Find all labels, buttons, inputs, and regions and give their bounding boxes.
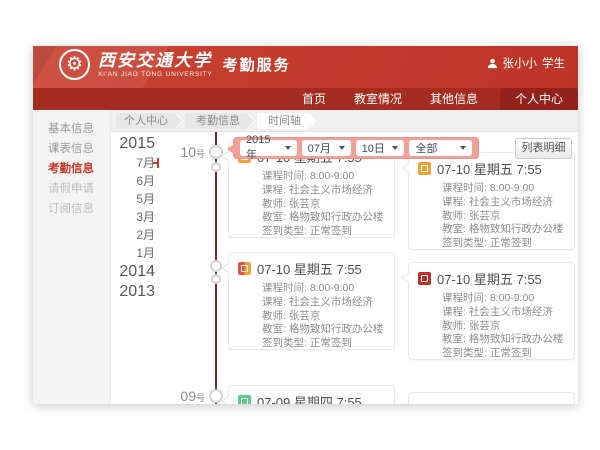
timeline-year-2015[interactable]: 2015 xyxy=(111,134,155,154)
card-field-course: 课程: 社会主义市场经济 xyxy=(409,196,574,210)
timeline-month-5[interactable]: 5月 xyxy=(111,190,155,208)
main-nav: 首页 教室情况 其他信息 个人中心 xyxy=(33,88,578,110)
timeline-month-1[interactable]: 1月 xyxy=(111,244,155,262)
card-field-sign-type: 签到类型: 正常签到 xyxy=(409,347,574,361)
card-field-course: 课程: 社会主义市场经济 xyxy=(229,184,394,198)
nav-item-classrooms[interactable]: 教室情况 xyxy=(340,88,416,110)
card-field-time: 课程时间: 8:00-9:00 xyxy=(409,292,574,306)
app-window: ⚙ 西安交通大学 XI'AN JIAO TONG UNIVERSITY 考勤服务… xyxy=(33,46,578,404)
service-title: 考勤服务 xyxy=(223,54,291,75)
timeline-month-7[interactable]: 7月 xyxy=(111,154,155,172)
card-date: 07-10 星期五 7:55 xyxy=(437,269,542,288)
card-field-room: 教室: 格物致知行政办公楼 xyxy=(409,333,574,347)
card-field-time: 课程时间: 8:00-9:00 xyxy=(229,282,394,296)
attendance-card: 07-10 星期五 7:55 课程时间: 8:00-9:00 课程: 社会主义市… xyxy=(228,252,395,350)
university-name-cn: 西安交通大学 xyxy=(98,52,213,70)
timeline-month-2[interactable]: 2月 xyxy=(111,226,155,244)
card-field-room: 教室: 格物致知行政办公楼 xyxy=(229,323,394,337)
card-field-teacher: 教师: 张芸京 xyxy=(409,320,574,334)
card-field-teacher: 教师: 张芸京 xyxy=(229,198,394,212)
card-field-sign-type: 签到类型: 正常签到 xyxy=(229,337,394,351)
card-field-time: 课程时间: 8:00-9:00 xyxy=(409,182,574,196)
university-name: 西安交通大学 XI'AN JIAO TONG UNIVERSITY xyxy=(98,52,213,78)
app-header: ⚙ 西安交通大学 XI'AN JIAO TONG UNIVERSITY 考勤服务… xyxy=(33,46,578,88)
chevron-down-icon xyxy=(392,146,398,150)
sign-in-badge-icon xyxy=(238,395,251,404)
user-chip[interactable]: 张小小 学生 xyxy=(487,55,566,71)
nav-item-personal-center[interactable]: 个人中心 xyxy=(500,88,578,110)
user-name: 张小小 xyxy=(503,55,538,71)
card-field-teacher: 教师: 张芸京 xyxy=(409,210,574,224)
sign-in-badge-icon xyxy=(418,162,431,175)
filter-month-select[interactable]: 07月 xyxy=(302,140,351,156)
timeline-node xyxy=(211,274,221,284)
sidebar-item-schedule[interactable]: 课表信息 xyxy=(33,139,110,159)
timeline-month-6[interactable]: 6月 xyxy=(111,172,155,190)
university-name-en: XI'AN JIAO TONG UNIVERSITY xyxy=(98,71,213,78)
breadcrumb: 个人中心 考勤信息 时间轴 xyxy=(111,110,578,132)
card-date: 07-10 星期五 7:55 xyxy=(437,159,542,178)
card-field-room: 教室: 格物致知行政办公楼 xyxy=(409,223,574,237)
attendance-card: 07-09 星期四 7:55 xyxy=(228,385,395,404)
filter-day-select[interactable]: 10日 xyxy=(356,140,405,156)
sidebar-item-leave-request[interactable]: 请假申请 xyxy=(33,179,110,199)
chevron-down-icon xyxy=(285,146,291,150)
user-role: 学生 xyxy=(542,55,565,71)
chevron-down-icon xyxy=(339,146,345,150)
card-date: 07-10 星期五 7:55 xyxy=(257,259,362,278)
university-logo: ⚙ 西安交通大学 XI'AN JIAO TONG UNIVERSITY 考勤服务 xyxy=(59,49,291,80)
chevron-down-icon xyxy=(460,146,466,150)
nav-item-other-info[interactable]: 其他信息 xyxy=(416,88,492,110)
card-field-sign-type: 签到类型: 正常签到 xyxy=(409,237,574,251)
day-label-10: 10号 xyxy=(169,144,205,160)
filter-bubble: 2015年 07月 10日 全部 xyxy=(233,137,479,159)
card-field-sign-type: 签到类型: 正常签到 xyxy=(229,225,394,239)
sidebar-item-subscription[interactable]: 订阅信息 xyxy=(33,199,110,219)
filter-year-select[interactable]: 2015年 xyxy=(240,140,297,156)
attendance-card xyxy=(408,392,575,404)
breadcrumb-item-personal-center[interactable]: 个人中心 xyxy=(116,113,174,129)
sign-in-badge-icon xyxy=(238,262,251,275)
breadcrumb-item-attendance[interactable]: 考勤信息 xyxy=(185,113,246,129)
sidebar-item-attendance[interactable]: 考勤信息 xyxy=(33,159,110,179)
filter-scope-select[interactable]: 全部 xyxy=(409,140,472,156)
nav-item-home[interactable]: 首页 xyxy=(288,88,340,110)
card-date: 07-09 星期四 7:55 xyxy=(257,392,362,404)
timeline-node xyxy=(211,162,221,172)
list-detail-button[interactable]: 列表明细 xyxy=(515,138,572,159)
timeline-month-3[interactable]: 3月 xyxy=(111,208,155,226)
timeline-date-nav: 2015 7月 6月 5月 3月 2月 1月 2014 2013 xyxy=(111,134,155,302)
card-field-time: 课程时间: 8:00-9:00 xyxy=(229,170,394,184)
sidebar: 基本信息 课表信息 考勤信息 请假申请 订阅信息 xyxy=(33,110,111,404)
sign-in-badge-icon xyxy=(418,272,431,285)
card-field-teacher: 教师: 张芸京 xyxy=(229,310,394,324)
card-field-course: 课程: 社会主义市场经济 xyxy=(229,296,394,310)
timeline-node xyxy=(209,145,223,159)
card-field-course: 课程: 社会主义市场经济 xyxy=(409,306,574,320)
timeline-node xyxy=(209,389,223,403)
sidebar-item-basic-info[interactable]: 基本信息 xyxy=(33,119,110,139)
current-month-marker xyxy=(157,158,159,168)
person-icon xyxy=(487,58,498,69)
timeline-node xyxy=(210,260,222,272)
timeline-year-2013[interactable]: 2013 xyxy=(111,282,155,302)
breadcrumb-item-timeline[interactable]: 时间轴 xyxy=(257,113,307,129)
gear-emblem-icon: ⚙ xyxy=(59,49,90,80)
timeline-year-2014[interactable]: 2014 xyxy=(111,262,155,282)
day-label-09: 09号 xyxy=(169,388,205,404)
attendance-card: 07-10 星期五 7:55 课程时间: 8:00-9:00 课程: 社会主义市… xyxy=(408,152,575,250)
card-field-room: 教室: 格物致知行政办公楼 xyxy=(229,211,394,225)
attendance-card: 07-10 星期五 7:55 课程时间: 8:00-9:00 课程: 社会主义市… xyxy=(408,262,575,360)
